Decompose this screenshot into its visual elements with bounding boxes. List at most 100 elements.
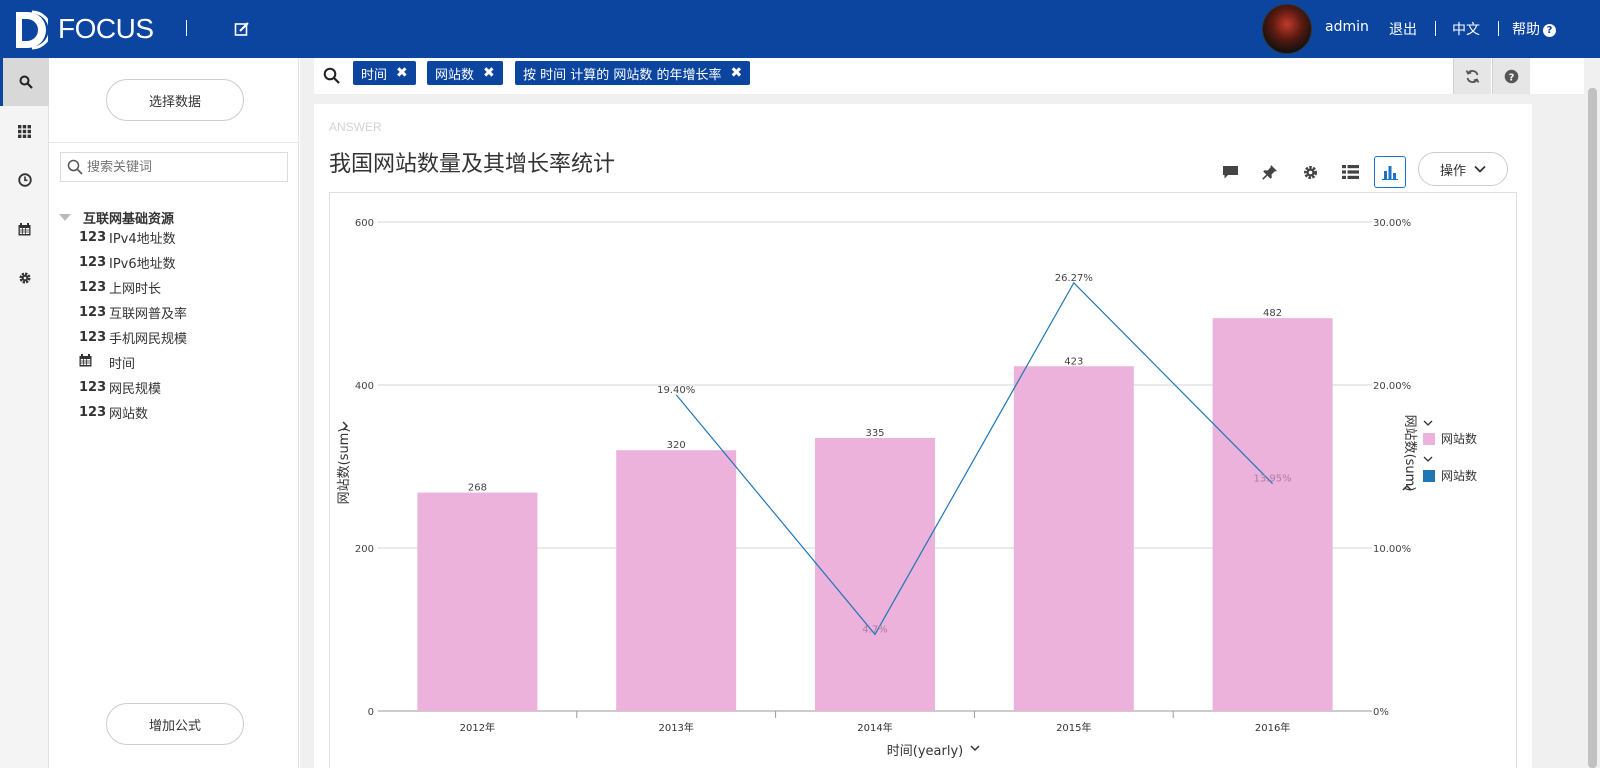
x-tick-label: 2016年 — [1255, 721, 1290, 734]
comment-button[interactable] — [1214, 156, 1246, 188]
close-icon[interactable]: ✖ — [396, 65, 408, 81]
language-link[interactable]: 中文 — [1452, 19, 1480, 39]
y-tick-label: 400 — [355, 381, 374, 392]
select-data-button[interactable]: 选择数据 — [106, 79, 244, 121]
refresh-icon — [1465, 69, 1480, 83]
chevron-down-icon — [1423, 456, 1433, 462]
field-label: IPv4地址数 — [109, 232, 176, 247]
question-icon: ? — [1543, 24, 1556, 37]
bar-value-label: 335 — [865, 428, 884, 439]
close-icon[interactable]: ✖ — [483, 65, 495, 81]
refresh-button[interactable] — [1453, 58, 1491, 94]
help-label: 帮助 — [1512, 22, 1540, 38]
operations-dropdown[interactable]: 操作 — [1418, 152, 1508, 186]
number-type-icon: 123 — [79, 255, 107, 270]
field-label: 网站数 — [109, 407, 149, 422]
bar — [417, 492, 538, 711]
data-panel: 选择数据 互联网基础资源 123IPv4地址数 123IPv6地址数 123上网… — [49, 58, 299, 768]
query-tag[interactable]: 时间 ✖ — [353, 61, 416, 85]
table-view-button[interactable] — [1334, 156, 1366, 188]
rail-calendar[interactable] — [0, 205, 49, 253]
help-link[interactable]: 帮助? — [1512, 19, 1556, 39]
field-item[interactable]: 123 IPv4地址数 — [79, 228, 176, 247]
line-value-label: 26.27% — [1055, 273, 1093, 284]
y-tick-label: 200 — [355, 544, 374, 555]
legend-swatch — [1423, 470, 1435, 482]
query-bar: 时间 ✖ 网站数 ✖ 按 时间 计算的 网站数 的年增长率 ✖ ? — [314, 58, 1584, 94]
top-divider — [1498, 21, 1499, 36]
bar — [1212, 318, 1333, 711]
question-icon: ? — [1504, 69, 1519, 83]
tree-group-toggle[interactable]: 互联网基础资源 — [59, 208, 174, 227]
calendar-icon — [18, 222, 31, 235]
number-type-icon: 123 — [79, 405, 107, 420]
line-value-label: 19.40% — [657, 385, 695, 396]
pin-button[interactable] — [1254, 156, 1286, 188]
field-item[interactable]: 123 上网时长 — [79, 278, 161, 297]
search-icon — [67, 159, 83, 175]
x-tick-label: 2015年 — [1056, 721, 1091, 734]
app-logo-text: FOCUS — [58, 13, 154, 44]
field-item[interactable]: 123 网民规模 — [79, 378, 161, 397]
line-value-label: 4.7% — [862, 624, 887, 635]
search-icon[interactable] — [323, 67, 340, 84]
query-tag[interactable]: 网站数 ✖ — [427, 61, 503, 85]
vertical-scrollbar[interactable] — [1584, 58, 1600, 768]
main-area: 时间 ✖ 网站数 ✖ 按 时间 计算的 网站数 的年增长率 ✖ ? ANSWER 我国… — [300, 58, 1584, 768]
query-tag-label: 时间 — [361, 67, 388, 83]
number-type-icon: 123 — [79, 380, 107, 395]
answer-title: 我国网站数量及其增长率统计 — [329, 152, 616, 177]
rail-apps[interactable] — [0, 107, 49, 155]
user-name-link[interactable]: admin — [1325, 19, 1369, 35]
chart-view-button[interactable] — [1374, 156, 1406, 188]
y-axis-title: 网站数(sum) — [337, 428, 352, 505]
y2-tick-label: 10.00% — [1373, 544, 1411, 555]
scrollbar-thumb[interactable] — [1588, 88, 1597, 768]
calendar-icon — [79, 354, 109, 371]
field-label: IPv6地址数 — [109, 257, 176, 272]
bar-chart-icon — [1382, 166, 1398, 180]
keyword-search-input[interactable] — [87, 159, 277, 175]
answer-card: ANSWER 我国网站数量及其增长率统计 操作 0 200 400 600 0% 10.0… — [314, 104, 1532, 768]
svg-text:?: ? — [1509, 72, 1515, 83]
growth-line — [675, 281, 1274, 636]
help-button[interactable]: ? — [1492, 58, 1530, 94]
add-formula-button[interactable]: 增加公式 — [106, 703, 244, 745]
close-icon[interactable]: ✖ — [731, 65, 743, 81]
rail-history[interactable] — [0, 156, 49, 204]
chevron-down-icon — [1474, 165, 1486, 173]
y-tick-label: 600 — [355, 218, 374, 229]
y2-tick-label: 30.00% — [1373, 218, 1411, 229]
panel-divider — [49, 142, 298, 143]
bar-value-label: 482 — [1263, 308, 1282, 319]
legend-label: 网站数 — [1441, 431, 1477, 446]
chevron-down-icon — [1423, 420, 1433, 426]
number-type-icon: 123 — [79, 305, 107, 320]
field-item[interactable]: 123 IPv6地址数 — [79, 253, 176, 272]
bar — [1013, 366, 1134, 711]
rail-settings[interactable] — [0, 254, 49, 302]
grid-icon — [18, 124, 31, 138]
focus-logo-icon[interactable] — [12, 10, 48, 50]
avatar[interactable] — [1262, 4, 1312, 54]
chevron-down-icon — [970, 745, 980, 752]
collapse-triangle-icon — [59, 214, 71, 221]
chart-settings-button[interactable] — [1294, 156, 1326, 188]
field-item[interactable]: 123 互联网普及率 — [79, 303, 187, 322]
top-bar: FOCUS admin 退出 中文 帮助? — [0, 0, 1600, 58]
search-icon — [19, 75, 33, 89]
logout-link[interactable]: 退出 — [1389, 19, 1417, 39]
field-item[interactable]: 时间 — [79, 353, 135, 372]
field-label: 互联网普及率 — [109, 307, 188, 322]
query-tag[interactable]: 按 时间 计算的 网站数 的年增长率 ✖ — [515, 61, 751, 85]
field-item[interactable]: 123 手机网民规模 — [79, 328, 187, 347]
left-icon-rail — [0, 58, 49, 768]
top-divider — [186, 20, 187, 36]
tree-group-label: 互联网基础资源 — [83, 212, 175, 227]
edit-icon[interactable] — [234, 21, 250, 37]
rail-search[interactable] — [0, 58, 49, 106]
bar-value-label: 320 — [667, 440, 686, 451]
field-item[interactable]: 123 网站数 — [79, 403, 148, 422]
query-tag-label: 网站数 — [435, 67, 475, 83]
line-value-label: 13.95% — [1254, 474, 1292, 485]
